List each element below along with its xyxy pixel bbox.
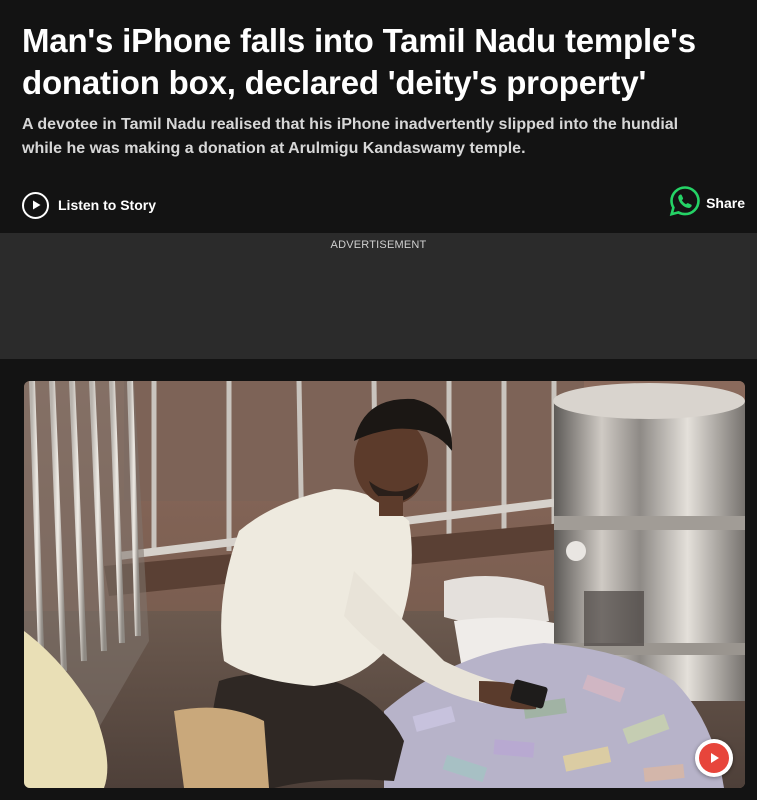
play-icon (22, 191, 49, 219)
summary-line-1: A devotee in Tamil Nadu realised that hi… (22, 116, 679, 133)
summary-line-2: while he was making a donation at Arulmi… (22, 140, 526, 157)
listen-to-story-button[interactable]: Listen to Story (22, 189, 156, 221)
article: Man's iPhone falls into Tamil Nadu templ… (0, 0, 757, 800)
advertisement-label: ADVERTISEMENT (330, 239, 427, 251)
share-label: Share (706, 195, 745, 211)
video-play-button[interactable] (695, 739, 733, 777)
advertisement-slot: ADVERTISEMENT (0, 233, 757, 359)
article-summary: A devotee in Tamil Nadu realised that hi… (22, 113, 747, 161)
video-still-image (24, 381, 745, 788)
article-video-thumbnail[interactable] (24, 381, 745, 788)
listen-label: Listen to Story (58, 197, 157, 213)
video-play-icon (699, 743, 729, 773)
headline-line-1: Man's iPhone falls into Tamil Nadu templ… (22, 22, 696, 59)
share-button[interactable]: Share (669, 185, 745, 222)
article-headline: Man's iPhone falls into Tamil Nadu templ… (22, 20, 742, 104)
whatsapp-icon (669, 185, 701, 222)
headline-line-2: donation box, declared 'deity's property… (22, 64, 647, 101)
